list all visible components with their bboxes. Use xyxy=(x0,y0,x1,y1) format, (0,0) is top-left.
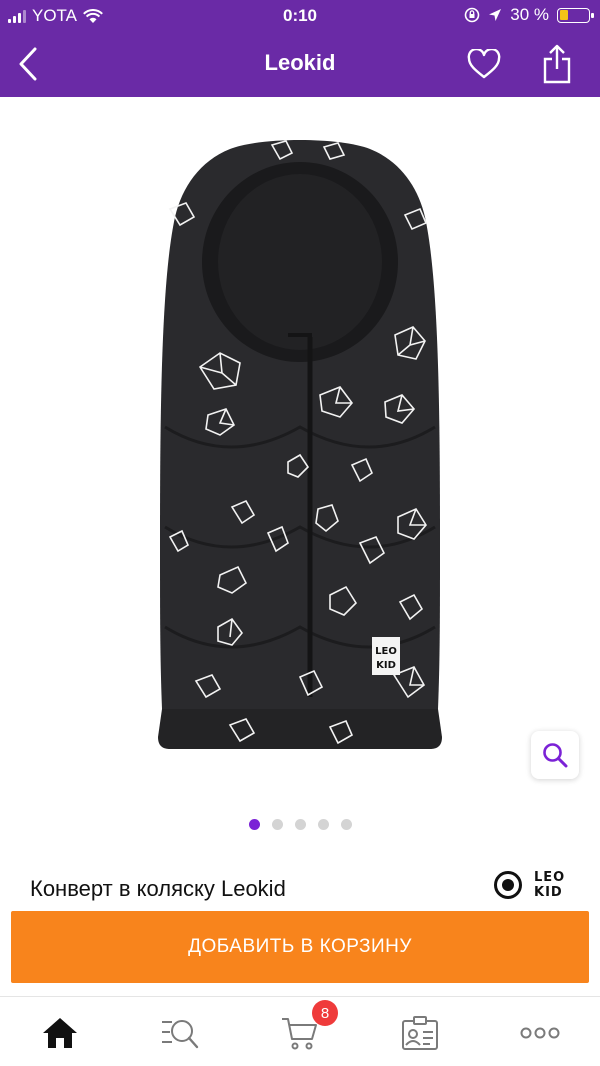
svg-text:LEO: LEO xyxy=(375,646,397,657)
tab-more[interactable] xyxy=(510,1011,570,1055)
gallery-pagination xyxy=(0,819,600,830)
product-info: Конверт в коляску Leokid LEO KID xyxy=(0,862,600,908)
battery-percent: 30 % xyxy=(510,5,549,24)
location-arrow-icon xyxy=(489,9,502,21)
battery-fill xyxy=(559,10,568,20)
product-gallery[interactable]: LEO KID xyxy=(0,97,600,847)
brand-logo: LEO KID xyxy=(534,870,566,900)
favorite-button[interactable] xyxy=(462,42,506,86)
tab-profile[interactable] xyxy=(390,1011,450,1055)
page-title: Leokid xyxy=(264,50,336,75)
battery-icon xyxy=(557,7,594,23)
share-button[interactable] xyxy=(535,42,579,86)
lion-logo-icon xyxy=(494,871,522,899)
gallery-dot-4[interactable] xyxy=(317,819,329,830)
gallery-dot-1[interactable] xyxy=(248,819,260,830)
tab-bar xyxy=(0,996,600,1066)
status-right: 30 % xyxy=(464,5,594,25)
gallery-dot-2[interactable] xyxy=(271,819,283,830)
product-image[interactable]: LEO KID xyxy=(0,97,600,797)
tab-search[interactable] xyxy=(150,1011,210,1055)
orientation-lock-icon xyxy=(464,7,480,23)
more-icon xyxy=(520,1027,560,1039)
share-icon xyxy=(543,44,571,84)
status-bar: YOTA 0:10 30 % xyxy=(0,0,600,32)
home-icon xyxy=(43,1018,77,1048)
svg-text:KID: KID xyxy=(376,660,396,671)
brand-badges: LEO KID xyxy=(494,870,566,900)
gallery-dot-5[interactable] xyxy=(340,819,352,830)
heart-icon xyxy=(467,49,501,79)
product-title: Конверт в коляску Leokid xyxy=(30,876,286,901)
gallery-dot-3[interactable] xyxy=(294,819,306,830)
top-bar: YOTA 0:10 30 % Leokid xyxy=(0,0,600,97)
nav-bar: Leokid xyxy=(0,32,600,97)
search-icon xyxy=(162,1020,199,1049)
tab-home[interactable] xyxy=(30,1011,90,1055)
zoom-button[interactable] xyxy=(531,731,579,779)
cart-count-badge: 8 xyxy=(312,1000,338,1026)
magnifier-icon xyxy=(543,743,568,768)
add-to-cart-button[interactable]: ДОБАВИТЬ В КОРЗИНУ xyxy=(11,911,589,983)
profile-card-icon xyxy=(402,1016,438,1050)
